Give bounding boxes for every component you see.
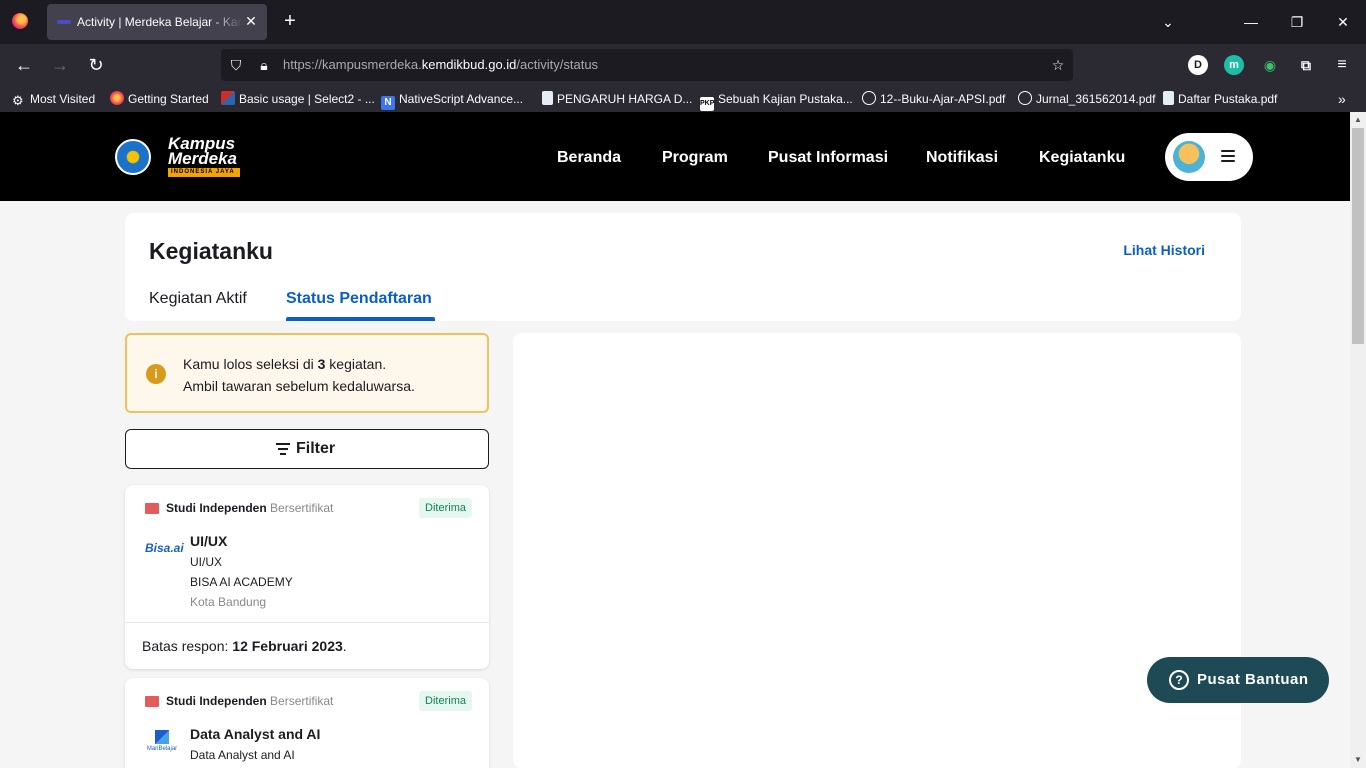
firefox-logo-icon[interactable] [12,13,28,29]
nav-program[interactable]: Program [662,149,728,167]
tab-title: Activity | Merdeka Belajar - Kampus Merd… [77,15,243,29]
filter-button[interactable]: Filter [125,429,489,469]
dashlane-icon[interactable]: D [1188,55,1208,75]
card-title: Data Analyst and AI [190,726,321,742]
bookmark-star-icon[interactable]: ☆ [1049,56,1067,74]
nav-pusat-informasi[interactable]: Pusat Informasi [768,149,888,167]
scroll-up-icon[interactable]: ▲ [1350,112,1366,128]
bookmark-pengaruh-harga[interactable]: PENGARUH HARGA D... [542,91,692,107]
minimize-icon[interactable]: — [1241,12,1261,32]
kemdikbud-logo-icon[interactable] [115,139,151,175]
lock-icon[interactable]: 🔒︎ [255,56,273,74]
filter-icon [276,443,290,455]
avatar [1173,141,1205,173]
selection-alert: i Kamu lolos seleksi di 3 kegiatan. Ambi… [125,333,489,413]
card-title: UI/UX [190,533,228,549]
bisa-ai-logo: Bisa.ai [145,541,184,555]
scroll-thumb[interactable] [1352,128,1364,344]
nav-beranda[interactable]: Beranda [557,149,621,167]
firefox-icon [110,91,124,105]
card-subtitle: UI/UX [190,555,223,569]
back-arrow-icon[interactable]: ← [12,54,36,76]
program-type: Studi Independen Bersertifikat [166,694,334,708]
browser-tab-bar: Activity | Merdeka Belajar - Kampus Merd… [0,0,1366,44]
tab-favicon-icon [57,20,71,24]
nav-kegiatanku[interactable]: Kegiatanku [1039,149,1125,167]
bookmark-nativescript[interactable]: N NativeScript Advance... [381,91,523,110]
tab-status-pendaftaran[interactable]: Status Pendaftaran [286,290,432,308]
maribelajar-mark-icon [155,730,169,744]
reload-icon[interactable]: ↻ [84,54,108,76]
card-location: Kota Bandung [190,595,267,609]
card-divider [125,622,489,623]
title-card: Kegiatanku Lihat Histori Kegiatan Aktif … [125,213,1241,321]
bookmark-jurnal[interactable]: Jurnal_361562014.pdf [1018,91,1155,107]
question-icon: ? [1169,670,1189,690]
document-icon [1163,91,1174,105]
help-center-button[interactable]: ? Pusat Bantuan [1147,657,1329,703]
list-all-tabs-icon[interactable]: ⌄ [1158,12,1178,32]
bookmark-getting-started[interactable]: Getting Started [110,91,209,107]
book-icon [145,503,159,514]
activity-card[interactable]: Studi Independen Bersertifikat Diterima … [125,678,489,768]
status-badge: Diterima [419,498,472,518]
close-tab-icon[interactable]: ✕ [243,13,259,29]
globe-icon [862,91,876,105]
bookmark-buku-ajar[interactable]: 12--Buku-Ajar-APSI.pdf [862,91,1005,107]
select2-icon [221,91,235,105]
more-bookmarks-chevron-icon[interactable]: » [1338,91,1346,107]
help-center-label: Pusat Bantuan [1197,671,1309,688]
maribelajar-logo: MariBelajar [145,730,179,752]
extensions-puzzle-icon[interactable]: ⧉ [1296,55,1316,75]
info-icon: i [146,364,166,384]
profile-menu-button[interactable] [1165,133,1253,181]
detail-panel [513,333,1241,768]
close-window-icon[interactable]: ✕ [1333,12,1353,32]
kampus-merdeka-logo[interactable]: Kampus Merdeka INDONESIA JAYA [168,135,240,177]
bookmarks-bar: ⚙ Most Visited Getting Started Basic usag… [0,86,1366,112]
bookmark-kajian-pustaka[interactable]: PKP Sebuah Kajian Pustaka... [700,91,853,111]
bookmark-select2[interactable]: Basic usage | Select2 - ... [221,91,375,107]
document-icon [542,91,553,105]
gear-icon: ⚙ [12,93,24,108]
active-tab-indicator [286,317,435,321]
mendeley-icon[interactable]: m [1224,55,1244,75]
filter-label: Filter [296,440,336,457]
tab-kegiatan-aktif[interactable]: Kegiatan Aktif [149,290,247,308]
nav-notifikasi[interactable]: Notifikasi [926,149,998,167]
history-link[interactable]: Lihat Histori [1123,242,1205,258]
alert-message: Kamu lolos seleksi di 3 kegiatan. Ambil … [183,356,415,394]
page-scrollbar[interactable]: ▲ ▼ [1350,112,1366,768]
site-header: Kampus Merdeka INDONESIA JAYA Beranda Pr… [0,112,1350,201]
status-badge: Diterima [419,691,472,711]
forward-arrow-icon[interactable]: → [48,54,72,76]
shield-icon[interactable]: ⛉ [227,56,245,74]
card-subtitle: Data Analyst and AI [190,748,295,762]
url-text[interactable]: https://kampusmerdeka.kemdikbud.go.id/ac… [283,57,598,72]
nativescript-icon: N [381,96,395,110]
browser-nav-bar: ← → ↻ ⛉ 🔒︎ https://kampusmerdeka.kemdikb… [0,44,1366,86]
eye-extension-icon[interactable]: ◉ [1260,55,1280,75]
address-bar[interactable]: ⛉ 🔒︎ https://kampusmerdeka.kemdikbud.go.… [221,49,1073,81]
bookmark-daftar-pustaka[interactable]: Daftar Pustaka.pdf [1163,91,1277,107]
browser-tab-active[interactable]: Activity | Merdeka Belajar - Kampus Merd… [47,4,267,40]
book-icon [145,696,159,707]
scroll-down-icon[interactable]: ▼ [1350,752,1366,768]
new-tab-button[interactable]: + [280,11,300,31]
restore-icon[interactable]: ❐ [1287,12,1307,32]
pkp-icon: PKP [700,97,714,111]
card-company: BISA AI ACADEMY [190,575,293,589]
activity-card[interactable]: Studi Independen Bersertifikat Diterima … [125,485,489,669]
globe-icon [1018,91,1032,105]
response-deadline: Batas respon: 12 Februari 2023. [142,638,347,654]
bookmark-most-visited[interactable]: ⚙ Most Visited [12,91,95,108]
page-title: Kegiatanku [149,238,273,264]
program-type: Studi Independen Bersertifikat [166,501,334,515]
hamburger-menu-icon [1221,150,1235,164]
app-menu-icon[interactable]: ≡ [1332,55,1352,75]
